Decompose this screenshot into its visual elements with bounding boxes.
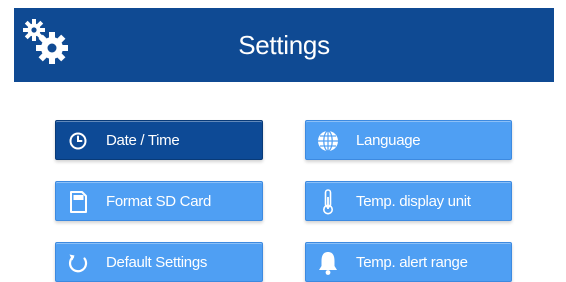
date-time-label: Date / Time (106, 132, 180, 149)
bell-icon (319, 252, 337, 275)
clock-icon (69, 132, 87, 150)
format-sd-card-label: Format SD Card (106, 193, 211, 210)
language-label: Language (356, 132, 421, 149)
thermometer-icon (323, 189, 333, 215)
page-title: Settings (238, 30, 330, 60)
default-settings-button[interactable]: Default Settings (55, 242, 263, 282)
temp-alert-range-label: Temp. alert range (356, 254, 468, 271)
sd-card-icon (70, 191, 87, 213)
reset-icon (68, 254, 88, 273)
temp-alert-range-button[interactable]: Temp. alert range (305, 242, 512, 282)
default-settings-label: Default Settings (106, 254, 208, 271)
language-button[interactable]: Language (305, 120, 512, 160)
format-sd-card-button[interactable]: Format SD Card (55, 181, 263, 221)
globe-icon (318, 130, 338, 152)
date-time-button[interactable]: Date / Time (55, 120, 263, 160)
temp-display-unit-button[interactable]: Temp. display unit (305, 181, 512, 221)
settings-header: Settings (14, 8, 554, 82)
temp-display-unit-label: Temp. display unit (356, 193, 471, 210)
